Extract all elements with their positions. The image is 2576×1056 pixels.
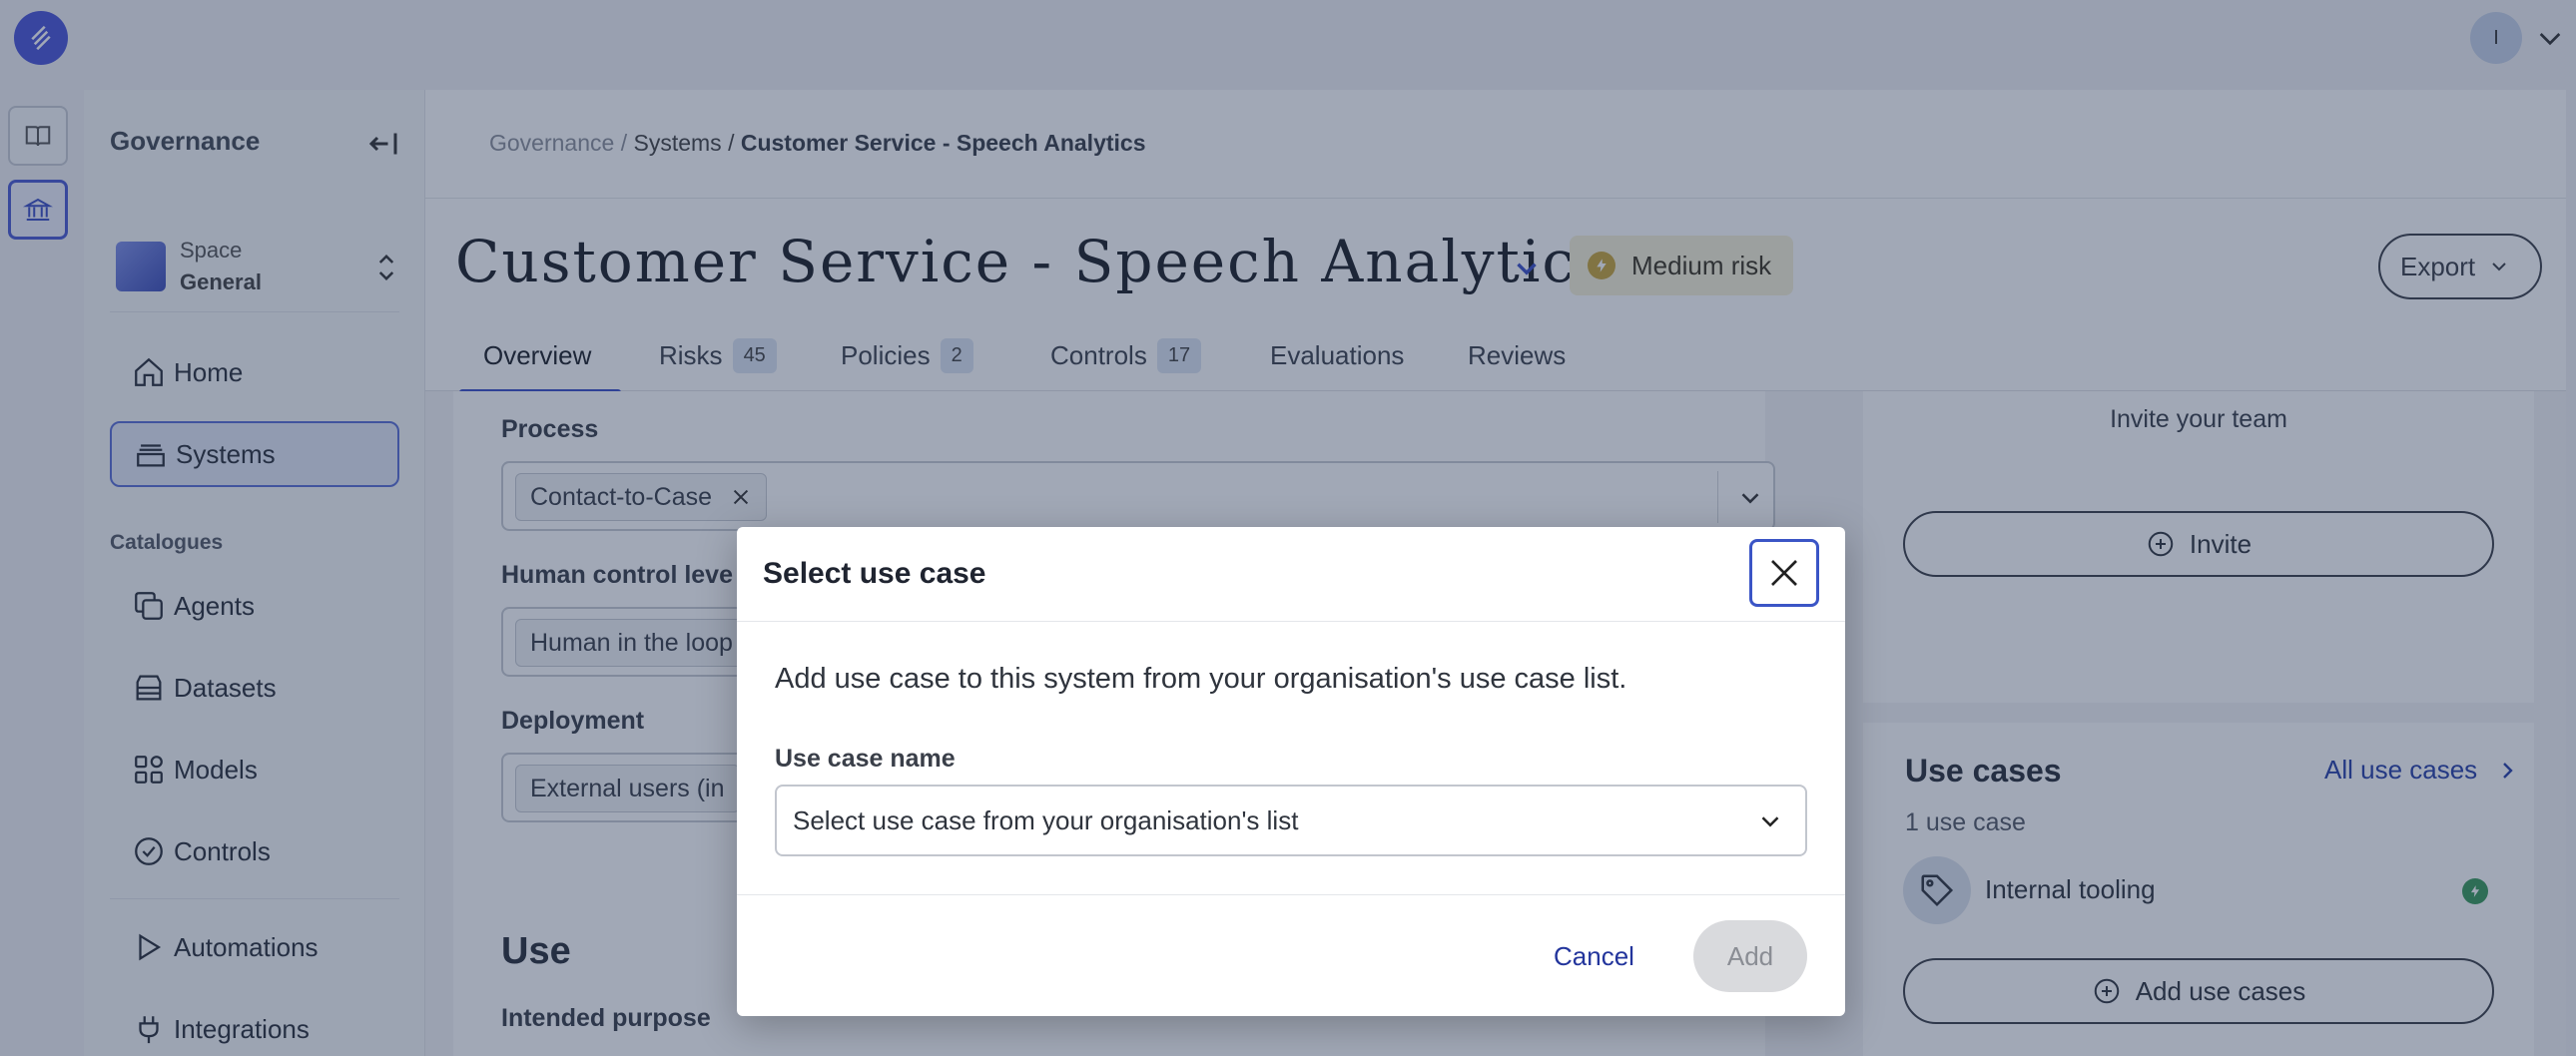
select-placeholder: Select use case from your organisation's… (793, 804, 1299, 835)
close-icon (1771, 560, 1797, 586)
cancel-button[interactable]: Cancel (1528, 920, 1660, 992)
dialog-close-button[interactable] (1749, 539, 1819, 607)
divider (737, 621, 1845, 622)
use-case-name-label: Use case name (775, 745, 956, 773)
chevron-down-icon (1761, 816, 1779, 827)
divider (737, 894, 1845, 895)
dialog-description: Add use case to this system from your or… (775, 663, 1627, 695)
app: I Governance Space General Home Systems … (0, 0, 2576, 1056)
dialog-title: Select use case (763, 557, 986, 590)
use-case-select[interactable]: Select use case from your organisation's… (775, 785, 1807, 856)
select-use-case-dialog: Select use case Add use case to this sys… (737, 527, 1845, 1016)
add-button[interactable]: Add (1693, 920, 1807, 992)
